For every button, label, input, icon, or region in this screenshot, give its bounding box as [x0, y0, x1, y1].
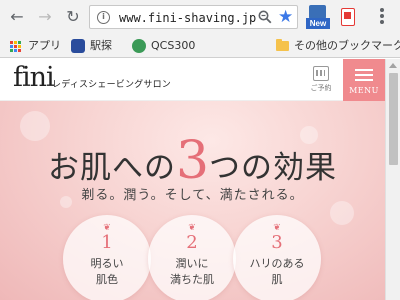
- bookmarks-bar: アプリ 駅探 QCS300 その他のブックマーク: [0, 34, 400, 58]
- browser-toolbar: ← → ↻ i www.fini-shaving.jp ★ New: [0, 0, 400, 34]
- effect-circle-3: ❦ 3 ハリのある 肌: [233, 215, 321, 300]
- bookmark-apps[interactable]: アプリ: [10, 34, 61, 58]
- hero-title-prefix: お肌への: [47, 150, 176, 186]
- reserve-label: ご予約: [310, 84, 332, 92]
- forward-arrow-icon[interactable]: →: [36, 8, 54, 26]
- back-arrow-icon[interactable]: ←: [8, 8, 26, 26]
- effect-label: 明るい 肌色: [90, 257, 124, 286]
- hero-title-number: 3: [175, 131, 210, 191]
- vertical-scrollbar[interactable]: [385, 59, 400, 300]
- menu-button[interactable]: MENU: [343, 59, 385, 101]
- logo-subtitle: レディスシェービングサロン: [52, 80, 171, 90]
- hamburger-icon: [355, 69, 373, 82]
- extension-icon: [309, 5, 326, 19]
- site-logo[interactable]: fini: [13, 62, 55, 94]
- extension-badge: New: [306, 18, 330, 29]
- effect-number: 3: [271, 232, 283, 253]
- bookmark-qcs300[interactable]: QCS300: [132, 34, 202, 58]
- calendar-icon: [313, 66, 329, 81]
- effect-number: 2: [186, 232, 198, 253]
- page-viewport: fini レディスシェービングサロン ご予約 MENU お肌への3つの効果 剃る…: [0, 59, 385, 300]
- hero-subtitle: 剃る。潤う。そして、満たされる。: [81, 188, 304, 203]
- bookmark-label: アプリ: [28, 39, 61, 52]
- site-header: fini レディスシェービングサロン ご予約 MENU: [0, 59, 385, 101]
- menu-label: MENU: [349, 86, 379, 95]
- browser-menu-icon[interactable]: [378, 7, 386, 27]
- qcs-icon: [132, 39, 146, 53]
- bookmark-label: 駅探: [90, 39, 112, 52]
- pdf-extension-icon[interactable]: [341, 8, 355, 26]
- site-info-icon[interactable]: i: [97, 11, 110, 24]
- hero-section: お肌への3つの効果 剃る。潤う。そして、満たされる。 ❦ 1 明るい 肌色 ❦ …: [0, 101, 385, 300]
- zoom-icon[interactable]: [258, 10, 272, 24]
- reload-icon[interactable]: ↻: [64, 8, 82, 26]
- effect-circle-1: ❦ 1 明るい 肌色: [63, 215, 151, 300]
- other-bookmarks[interactable]: その他のブックマーク: [270, 34, 400, 58]
- bookmark-star-icon[interactable]: ★: [278, 6, 293, 28]
- address-bar[interactable]: i www.fini-shaving.jp ★: [89, 5, 298, 29]
- bookmark-ekitan[interactable]: 駅探: [71, 34, 121, 58]
- reserve-button[interactable]: ご予約: [306, 63, 336, 97]
- hero-title: お肌への3つの効果: [0, 135, 385, 193]
- folder-icon: [276, 39, 289, 51]
- hero-title-suffix: つの効果: [209, 150, 338, 186]
- effect-number: 1: [101, 232, 113, 253]
- apps-grid-icon: [10, 41, 21, 52]
- scroll-up-arrow-icon[interactable]: [389, 63, 397, 68]
- ekitan-icon: [71, 39, 85, 53]
- extension-new-button[interactable]: New: [306, 5, 330, 31]
- effect-label: ハリのある 肌: [249, 257, 305, 286]
- effect-label: 潤いに 満ちた肌: [170, 257, 214, 286]
- url-text[interactable]: www.fini-shaving.jp: [119, 10, 256, 26]
- other-bookmarks-label: その他のブックマーク: [294, 39, 400, 52]
- effect-circle-2: ❦ 2 潤いに 満ちた肌: [148, 215, 236, 300]
- bookmark-label: QCS300: [151, 39, 196, 52]
- scrollbar-thumb[interactable]: [389, 73, 398, 165]
